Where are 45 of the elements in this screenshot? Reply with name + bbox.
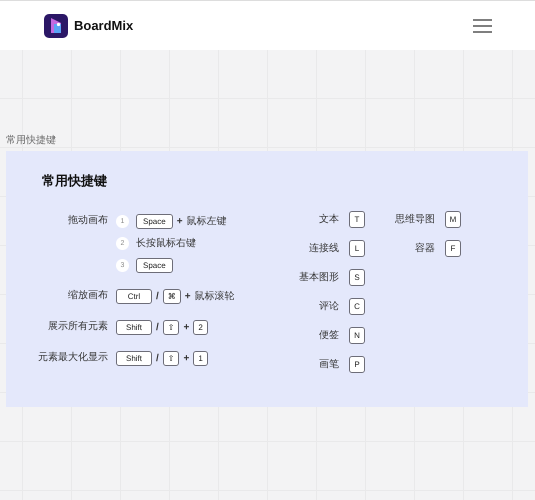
key-cap: P <box>349 356 365 373</box>
key-cap: ⌘ <box>162 288 181 304</box>
key-cap: S <box>349 269 365 286</box>
mouse-action-text: 鼠标滚轮 <box>194 290 235 303</box>
key-cap: L <box>349 240 365 257</box>
shortcut-label: 展示所有元素 <box>47 320 108 334</box>
section-label: 常用快捷键 <box>6 134 57 148</box>
operator-text: + <box>183 352 190 364</box>
key-cap: Shift <box>116 320 152 334</box>
shortcut-label: 缩放画布 <box>67 288 108 303</box>
operator-text: + <box>184 290 191 302</box>
tool-label: 基本图形 <box>298 270 339 285</box>
shortcut-label: 拖动画布 <box>67 214 108 228</box>
key-cap: Shift <box>116 350 152 366</box>
key-cap: Space <box>136 258 173 272</box>
key-cap: 2 <box>193 320 208 334</box>
key-cap: C <box>349 298 365 315</box>
key-cap: Ctrl <box>116 288 152 304</box>
boardmix-logo-icon <box>44 14 68 38</box>
key-cap: ⇧ <box>162 320 180 334</box>
tool-label: 文本 <box>318 212 339 227</box>
card-title: 常用快捷键 <box>42 172 108 190</box>
operator-text: + <box>176 216 183 226</box>
operator-text: + <box>183 322 190 332</box>
key-cap: F <box>445 240 461 257</box>
tool-label: 容器 <box>414 242 435 256</box>
tool-label: 评论 <box>318 300 339 314</box>
shortcut-label: 元素最大化显示 <box>37 350 108 365</box>
key-cap: ⇧ <box>162 350 180 366</box>
operator-text: / <box>156 322 159 332</box>
key-cap: 1 <box>193 350 208 366</box>
tool-label: 便签 <box>318 329 339 343</box>
tool-label: 思维导图 <box>394 212 435 227</box>
tool-label: 连接线 <box>308 242 339 256</box>
mouse-action-text: 鼠标左键 <box>186 214 227 228</box>
operator-text: / <box>156 290 159 302</box>
menu-icon[interactable] <box>472 18 493 34</box>
key-cap: M <box>445 211 461 228</box>
mouse-action-text: 长按鼠标右键 <box>136 236 196 250</box>
key-cap: Space <box>136 214 173 228</box>
operator-text: / <box>156 352 159 364</box>
key-cap: N <box>349 327 365 344</box>
key-cap: T <box>349 211 365 228</box>
tool-label: 画笔 <box>318 358 339 372</box>
brand-name: BoardMix <box>74 18 134 33</box>
